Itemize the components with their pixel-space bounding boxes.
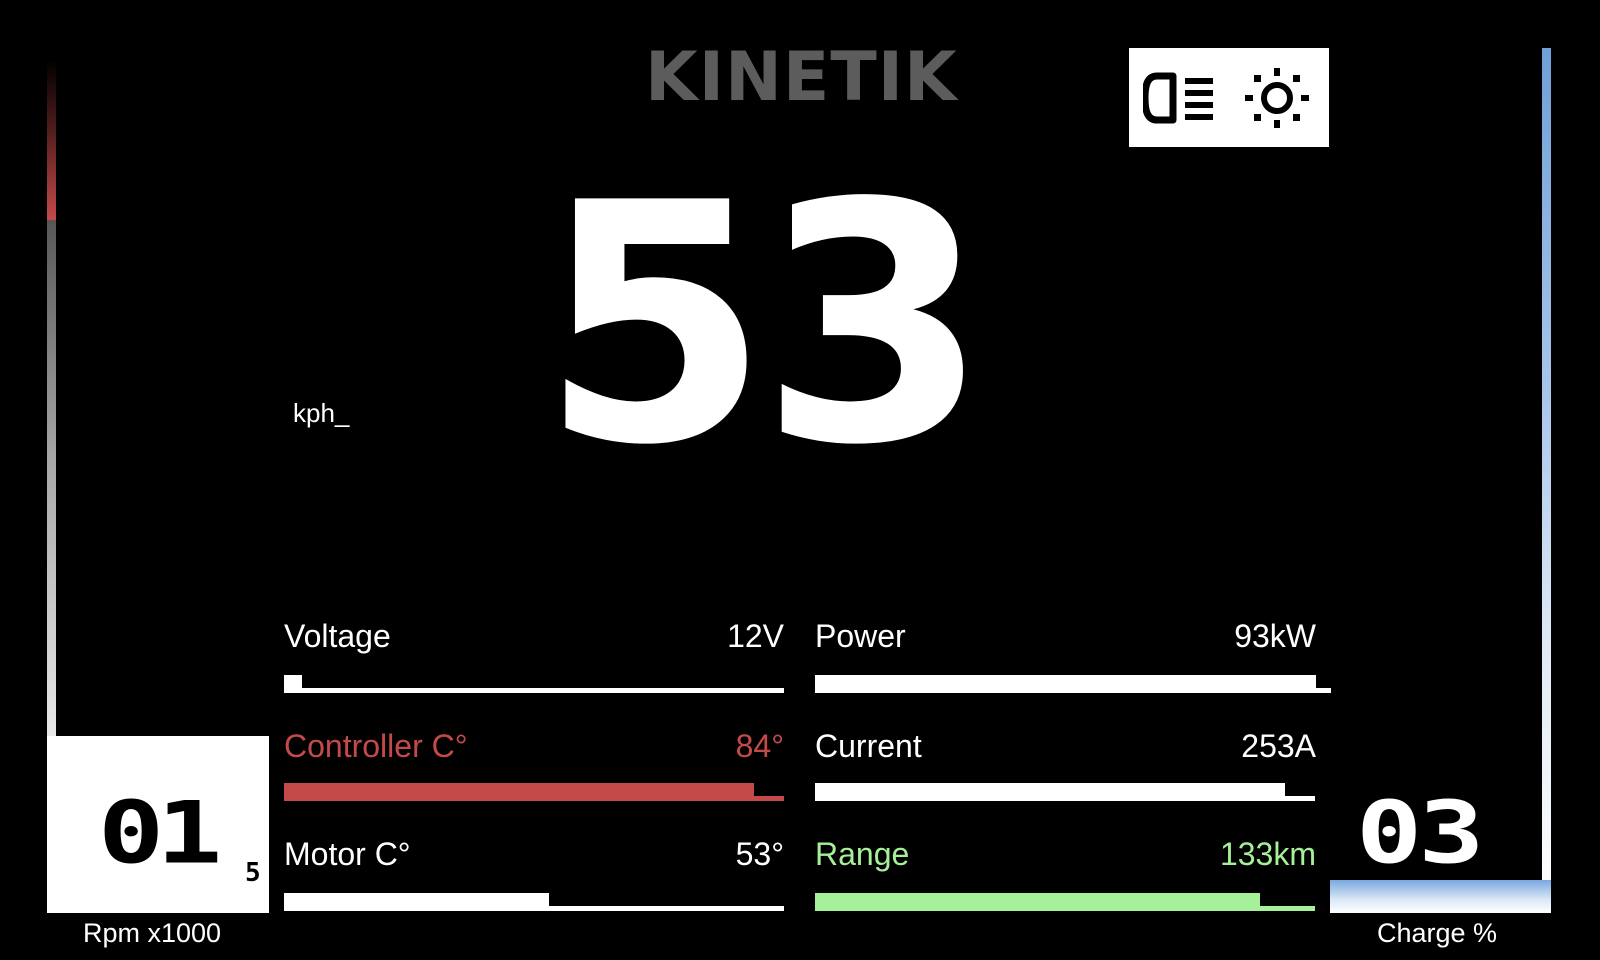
charge-gauge-track	[1542, 48, 1551, 913]
voltage-bar-fill	[284, 675, 302, 693]
controller-temp-value: 84°	[735, 728, 784, 764]
rpm-redline-zone	[47, 60, 56, 220]
speed-value: 53	[540, 133, 989, 517]
voltage-value: 12V	[727, 618, 784, 654]
charge-label: Charge %	[1377, 918, 1498, 948]
range-bar-fill	[815, 893, 1260, 911]
brightness-icon[interactable]	[1243, 66, 1311, 130]
power-value: 93kW	[1234, 618, 1316, 654]
rpm-value: 01	[98, 782, 222, 883]
motor-temp-value: 53°	[735, 836, 784, 872]
charge-value: 03	[1356, 782, 1484, 883]
range-label: Range	[815, 836, 910, 872]
power-bar-fill	[815, 675, 1316, 693]
voltage-label: Voltage	[284, 618, 391, 654]
current-label: Current	[815, 728, 922, 764]
charge-fill	[1330, 880, 1551, 913]
motor-temp-label: Motor C°	[284, 836, 411, 872]
current-bar-fill	[815, 783, 1285, 801]
rpm-sub-value: 5	[245, 858, 261, 888]
brand-logo: KINETIK	[645, 38, 958, 117]
headlight-icon[interactable]	[1141, 70, 1217, 126]
speed-unit: kph_	[293, 398, 350, 428]
current-value: 253A	[1241, 728, 1316, 764]
range-value: 133km	[1219, 836, 1316, 872]
controller-temp-bar-fill	[284, 783, 754, 801]
rpm-label: Rpm x1000	[83, 918, 222, 948]
motor-temp-bar-fill	[284, 893, 549, 911]
power-label: Power	[815, 618, 906, 654]
voltage-bar-track	[284, 688, 784, 693]
controller-temp-label: Controller C°	[284, 728, 468, 764]
